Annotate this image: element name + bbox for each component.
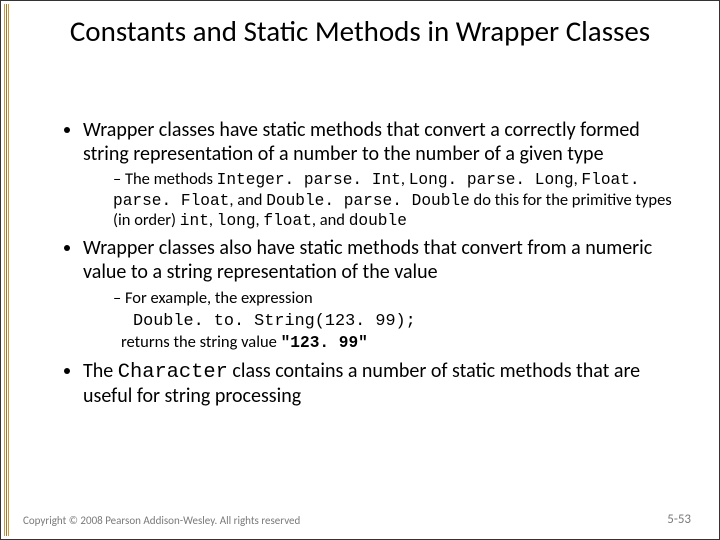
code-int: int <box>180 212 209 230</box>
decorative-left-stripe <box>4 4 10 536</box>
slide-body: Wrapper classes have static methods that… <box>61 119 679 414</box>
bullet-2-sub: For example, the expression <box>113 289 679 309</box>
bullet-2: Wrapper classes also have static methods… <box>83 237 679 353</box>
bullet-3: The Character class contains a number of… <box>83 360 679 409</box>
t: , <box>209 210 217 230</box>
bullet-1-sub: The methods Integer. parse. Int, Long. p… <box>113 170 679 231</box>
code-double: double <box>349 212 407 230</box>
code-string-literal: "123. 99" <box>281 334 368 352</box>
t: The methods <box>125 169 217 189</box>
bullet-2-code-line: Double. to. String(123. 99); <box>83 310 679 332</box>
t: , and <box>229 190 266 210</box>
bullet-2-return: returns the string value "123. 99" <box>83 332 679 353</box>
code-character: Character <box>118 361 228 384</box>
copyright-text: Copyright © 2008 Pearson Addison-Wesley.… <box>23 514 300 527</box>
t: , and <box>312 210 349 230</box>
t: The <box>83 359 118 383</box>
slide-title: Constants and Static Methods in Wrapper … <box>61 15 659 48</box>
bullet-1: Wrapper classes have static methods that… <box>83 119 679 231</box>
bullet-1-text: Wrapper classes have static methods that… <box>83 118 640 166</box>
code-integer-parseint: Integer. parse. Int <box>217 171 401 189</box>
code-long-parselong: Long. parse. Long <box>409 171 574 189</box>
code-long: long <box>217 212 256 230</box>
code-float: float <box>263 212 311 230</box>
code-double-parsedouble: Double. parse. Double <box>266 192 470 210</box>
bullet-2-text: Wrapper classes also have static methods… <box>83 236 652 284</box>
code-tostring: Double. to. String(123. 99); <box>133 312 416 331</box>
t: , <box>401 169 409 189</box>
slide: Constants and Static Methods in Wrapper … <box>0 0 720 540</box>
t: returns the string value <box>121 332 281 352</box>
page-number: 5-53 <box>667 512 691 527</box>
